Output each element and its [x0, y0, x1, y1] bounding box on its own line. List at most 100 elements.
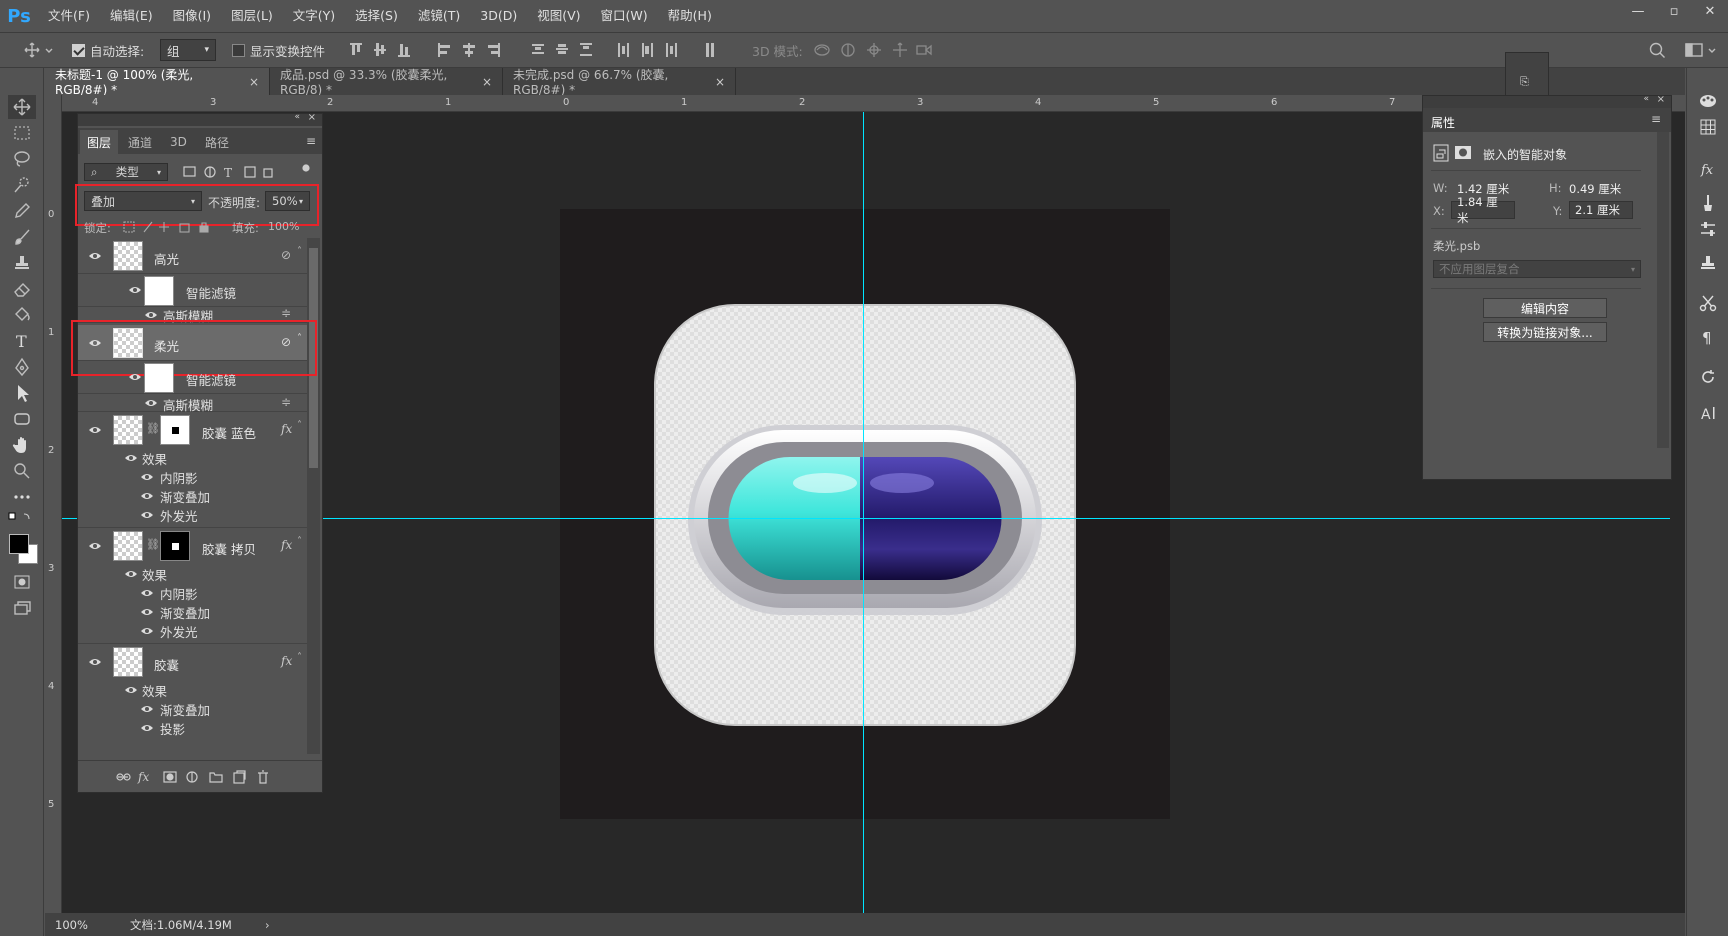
eye-icon[interactable] [140, 491, 154, 501]
smart-filter-row[interactable]: 智能滤镜 [78, 361, 307, 394]
workspace-button[interactable] [1684, 33, 1720, 67]
y-input[interactable]: 2.1 厘米 [1569, 201, 1633, 219]
close-icon[interactable]: × [1657, 94, 1665, 105]
eye-icon[interactable] [124, 453, 138, 463]
tab-chengpin[interactable]: 成品.psd @ 33.3% (胶囊柔光, RGB/8) * × [270, 68, 503, 97]
close-icon[interactable]: × [249, 75, 259, 89]
color-panel-button[interactable] [1695, 88, 1721, 114]
chevron-right-icon[interactable]: › [265, 918, 270, 932]
layer-comp-dropdown[interactable]: 不应用图层复合 ▾ [1433, 260, 1641, 278]
eye-icon[interactable] [140, 472, 154, 482]
adjustments-panel-button[interactable] [1695, 190, 1721, 216]
menu-window[interactable]: 窗口(W) [591, 0, 658, 32]
collapse-icon[interactable]: « [1643, 94, 1649, 104]
eye-icon[interactable] [88, 425, 102, 435]
chevron-up-icon[interactable]: ˄ [297, 652, 302, 663]
menu-file[interactable]: 文件(F) [38, 0, 100, 32]
h-value[interactable]: 0.49 厘米 [1569, 181, 1621, 197]
quick-mask[interactable] [8, 570, 36, 594]
align-distribute-icons[interactable] [348, 40, 728, 60]
auto-select-dropdown[interactable]: 组 ▾ [160, 39, 216, 61]
link-icon[interactable]: ⛓ [146, 422, 160, 435]
tab-untitled[interactable]: 未标题-1 @ 100% (柔光, RGB/8#) * × [45, 68, 270, 97]
menu-edit[interactable]: 编辑(E) [100, 0, 163, 32]
styles-panel-button[interactable]: fx [1695, 156, 1721, 182]
filter-options-icon[interactable]: ≑ [281, 306, 291, 320]
minimize-button[interactable]: — [1620, 0, 1656, 22]
capsule-app-icon[interactable] [650, 300, 1080, 730]
tab-paths[interactable]: 路径 [205, 130, 229, 154]
eraser-tool[interactable] [8, 277, 36, 301]
eye-icon[interactable] [144, 310, 158, 320]
swatches-panel-button[interactable] [1695, 114, 1721, 140]
vertical-guide[interactable] [863, 112, 864, 917]
foreground-color[interactable] [9, 534, 29, 554]
chevron-up-icon[interactable]: ˄ [297, 246, 302, 257]
3d-mode-buttons[interactable] [812, 33, 932, 67]
menu-layer[interactable]: 图层(L) [221, 0, 283, 32]
eye-icon[interactable] [140, 704, 154, 714]
chevron-up-icon[interactable]: ˄ [297, 420, 302, 431]
vertical-ruler[interactable]: 0 1 2 3 4 5 [45, 95, 62, 917]
tab-channels[interactable]: 通道 [128, 130, 152, 154]
close-icon[interactable]: × [482, 75, 492, 89]
more-tools[interactable] [8, 485, 36, 509]
eye-icon[interactable] [140, 588, 154, 598]
effect-name[interactable]: 投影 [160, 719, 185, 738]
layer-name[interactable]: 胶囊 蓝色 [202, 423, 256, 442]
edit-contents-button[interactable]: 编辑内容 [1483, 298, 1607, 318]
fx-icon[interactable]: fx [281, 654, 292, 668]
move-tool-preset[interactable] [22, 33, 54, 67]
smart-filter-row[interactable]: 智能滤镜 [78, 274, 307, 307]
auto-select-check[interactable] [72, 43, 85, 57]
fx-icon[interactable]: fx [281, 422, 292, 436]
close-icon[interactable]: × [715, 75, 725, 89]
effect-name[interactable]: 渐变叠加 [160, 700, 210, 719]
effect-name[interactable]: 内阴影 [160, 584, 198, 603]
move-tool[interactable] [8, 95, 36, 119]
effect-name[interactable]: 外发光 [160, 622, 198, 641]
layer-filter-icons[interactable]: T [182, 164, 312, 180]
filter-effect-row[interactable]: 高斯模糊 ≑ [78, 394, 307, 413]
sliders-panel-button[interactable] [1695, 216, 1721, 242]
eye-icon[interactable] [88, 541, 102, 551]
layer-name[interactable]: 胶囊 [154, 655, 179, 674]
layer-row-capsule-copy[interactable]: ⛓ 胶囊 拷贝 fx ˄ [78, 529, 307, 564]
search-button[interactable] [1648, 33, 1666, 67]
menu-help[interactable]: 帮助(H) [658, 0, 722, 32]
tab-weiwancheng[interactable]: 未完成.psd @ 66.7% (胶囊, RGB/8#) * × [503, 68, 736, 97]
lock-icons[interactable] [122, 220, 222, 234]
effect-name[interactable]: 渐变叠加 [160, 603, 210, 622]
properties-scrollbar[interactable] [1657, 132, 1669, 448]
eye-icon[interactable] [124, 569, 138, 579]
clone-source-panel-button[interactable] [1695, 250, 1721, 276]
fx-icon[interactable]: fx [281, 538, 292, 552]
zoom-tool[interactable] [8, 459, 36, 483]
convert-to-linked-button[interactable]: 转换为链接对象... [1483, 322, 1607, 342]
effect-name[interactable]: 渐变叠加 [160, 487, 210, 506]
screen-mode[interactable] [8, 596, 36, 620]
character-panel-button[interactable]: A [1695, 400, 1721, 426]
eye-icon[interactable] [124, 685, 138, 695]
eye-icon[interactable] [140, 607, 154, 617]
layers-scrollbar[interactable] [307, 238, 320, 754]
eye-icon[interactable] [140, 723, 154, 733]
tab-layers[interactable]: 图层 [80, 130, 118, 154]
path-select-tool[interactable] [8, 381, 36, 405]
layer-row-capsule-blue[interactable]: ⛓ 胶囊 蓝色 fx ˄ [78, 413, 307, 448]
show-transform-checkbox[interactable]: 显示变换控件 [232, 33, 325, 67]
menu-select[interactable]: 选择(S) [345, 0, 408, 32]
panel-menu-icon[interactable]: ≡ [306, 134, 316, 148]
pen-tool[interactable] [8, 355, 36, 379]
chevron-up-icon[interactable]: ˄ [297, 536, 302, 547]
filter-options-icon[interactable]: ≑ [281, 395, 291, 409]
menu-3d[interactable]: 3D(D) [470, 0, 527, 32]
shape-tool[interactable] [8, 407, 36, 431]
panel-menu-icon[interactable]: ≡ [1651, 112, 1661, 126]
fill-value[interactable]: 100% [268, 220, 299, 233]
tool-presets-panel-button[interactable] [1695, 290, 1721, 316]
brush-tool[interactable] [8, 225, 36, 249]
hand-tool[interactable] [8, 433, 36, 457]
properties-title[interactable]: 属性 [1431, 114, 1455, 131]
layer-name[interactable]: 胶囊 拷贝 [202, 539, 256, 558]
